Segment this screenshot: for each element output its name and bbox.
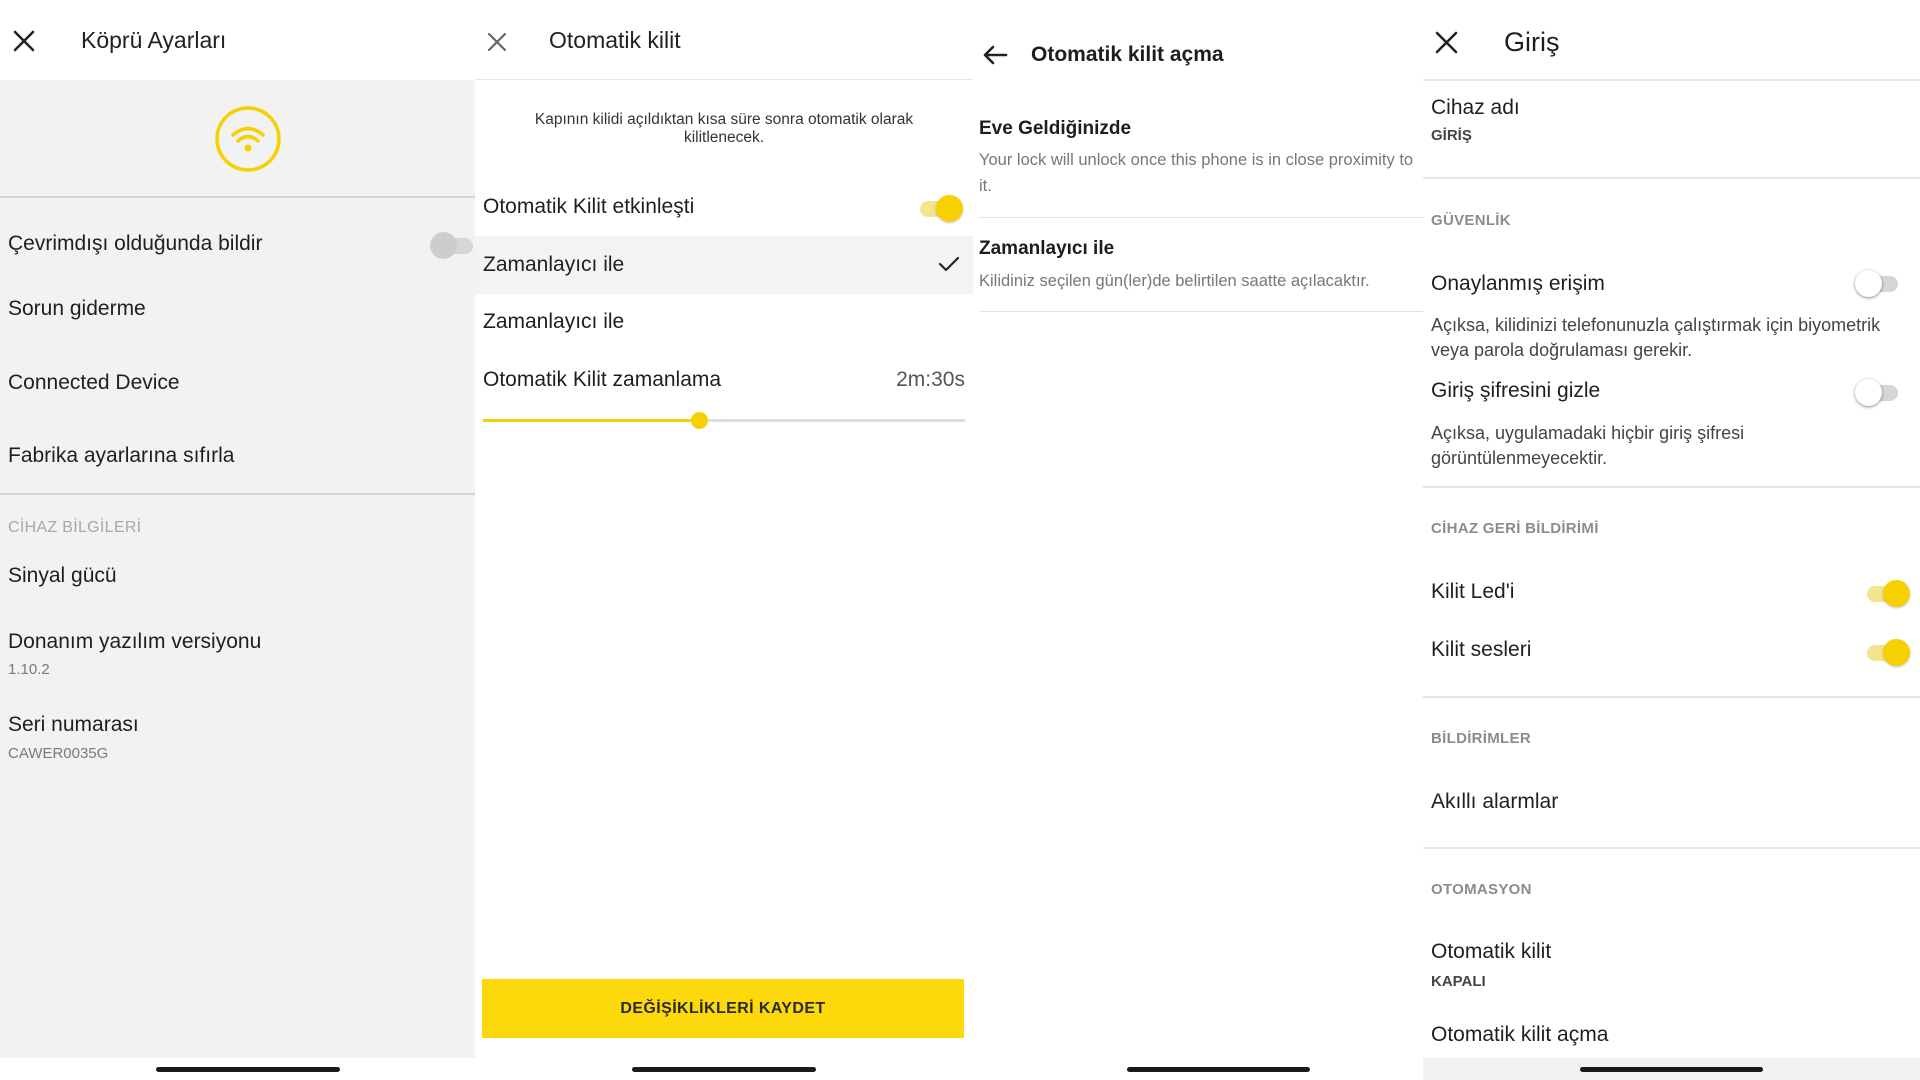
serial-number-label: Seri numarası — [8, 713, 139, 736]
screen-title: Köprü Ayarları — [81, 27, 227, 53]
hide-pin-label: Giriş şifresini gizle — [1431, 379, 1601, 402]
auto-lock-description: Kapının kilidi açıldıktan kısa süre sonr… — [534, 111, 914, 146]
save-changes-button[interactable]: DEĞİŞİKLİKLERİ KAYDET — [482, 979, 964, 1038]
timing-slider[interactable] — [483, 412, 965, 429]
lock-led-label: Kilit Led'i — [1431, 580, 1515, 603]
timer-desc: Kilidiniz seçilen gün(ler)de belirtilen … — [979, 272, 1370, 290]
factory-reset-item[interactable]: Fabrika ayarlarına sıfırla — [8, 444, 234, 468]
device-info-header: CİHAZ BİLGİLERİ — [8, 519, 142, 536]
auto-lock-item[interactable]: Otomatik kilit — [1431, 940, 1551, 964]
timer-option[interactable]: Zamanlayıcı ile — [483, 310, 624, 334]
timer-option-selected[interactable]: Zamanlayıcı ile — [483, 253, 624, 277]
offline-notify-toggle[interactable] — [430, 230, 475, 260]
auto-unlock-item[interactable]: Otomatik kilit açma — [1431, 1023, 1608, 1047]
wifi-icon — [215, 106, 281, 172]
smart-alarms-item[interactable]: Akıllı alarmlar — [1431, 790, 1558, 814]
divider — [1423, 486, 1920, 488]
arrive-home-desc-line1: Your lock will unlock once this phone is… — [979, 151, 1414, 169]
automation-header: OTOMASYON — [1431, 881, 1532, 898]
screen-title: Otomatik kilit — [549, 27, 681, 53]
lock-led-toggle[interactable] — [1864, 578, 1910, 608]
divider — [1423, 847, 1920, 849]
auto-unlock-screen: Otomatik kilit açma Eve Geldiğinizde You… — [973, 0, 1423, 1080]
timing-label: Otomatik Kilit zamanlama — [483, 368, 722, 391]
arrive-home-title[interactable]: Eve Geldiğinizde — [979, 118, 1131, 140]
back-arrow-icon[interactable] — [982, 44, 1008, 66]
arrive-home-desc-line2: it. — [979, 177, 992, 195]
screen-title: Giriş — [1504, 27, 1560, 57]
device-name-value: GİRİŞ — [1431, 127, 1472, 144]
lock-sounds-toggle[interactable] — [1864, 637, 1910, 667]
header: Köprü Ayarları — [0, 0, 475, 80]
serial-number-value: CAWER0035G — [8, 745, 109, 762]
checkmark-icon — [938, 256, 960, 272]
screen-title: Otomatik kilit açma — [1031, 43, 1224, 66]
header-divider — [1423, 79, 1920, 81]
auto-lock-enabled-toggle[interactable] — [917, 193, 963, 223]
divider — [1423, 177, 1920, 179]
verified-access-label: Onaylanmış erişim — [1431, 272, 1605, 295]
home-indicator — [156, 1067, 340, 1072]
device-name-label[interactable]: Cihaz adı — [1431, 96, 1520, 120]
signal-strength-item[interactable]: Sinyal gücü — [8, 564, 117, 588]
verified-access-desc: Açıksa, kilidinizi telefonunuzla çalıştı… — [1431, 315, 1881, 360]
bridge-settings-screen: Köprü Ayarları Çevrimdışı olduğunda bild… — [0, 0, 475, 1080]
home-indicator — [1127, 1067, 1310, 1072]
close-icon[interactable] — [487, 32, 507, 52]
auto-lock-value: KAPALI — [1431, 973, 1486, 990]
security-header: GÜVENLİK — [1431, 212, 1511, 229]
troubleshoot-item[interactable]: Sorun giderme — [8, 297, 146, 321]
firmware-version-label: Donanım yazılım versiyonu — [8, 630, 262, 653]
divider — [0, 196, 475, 198]
hide-pin-toggle[interactable] — [1855, 377, 1901, 407]
firmware-version-value: 1.10.2 — [8, 661, 50, 678]
notifications-header: BİLDİRİMLER — [1431, 730, 1531, 747]
device-feedback-header: CİHAZ GERİ BİLDİRİMİ — [1431, 520, 1599, 537]
hide-pin-desc: Açıksa, uygulamadaki hiçbir giriş şifres… — [1431, 423, 1745, 468]
home-indicator — [632, 1067, 816, 1072]
auto-lock-enabled-label: Otomatik Kilit etkinleşti — [483, 195, 695, 218]
divider — [979, 311, 1423, 312]
offline-notify-label: Çevrimdışı olduğunda bildir — [8, 232, 263, 255]
divider — [0, 493, 475, 495]
slider-fill — [483, 419, 700, 422]
divider — [979, 217, 1423, 218]
close-icon[interactable] — [12, 29, 36, 53]
slider-thumb[interactable] — [691, 412, 709, 429]
home-indicator — [1580, 1067, 1763, 1072]
timer-title[interactable]: Zamanlayıcı ile — [979, 238, 1114, 260]
header-divider — [475, 79, 973, 80]
verified-access-toggle[interactable] — [1855, 268, 1901, 298]
timing-value: 2m:30s — [896, 368, 965, 391]
entry-device-screen: Giriş Cihaz adı GİRİŞ GÜVENLİK Onaylanmı… — [1423, 0, 1920, 1080]
divider — [1423, 696, 1920, 698]
auto-lock-screen: Otomatik kilit Kapının kilidi açıldıktan… — [475, 0, 973, 1080]
lock-sounds-label: Kilit sesleri — [1431, 638, 1532, 661]
connected-device-item[interactable]: Connected Device — [8, 371, 180, 395]
close-icon[interactable] — [1435, 31, 1458, 54]
